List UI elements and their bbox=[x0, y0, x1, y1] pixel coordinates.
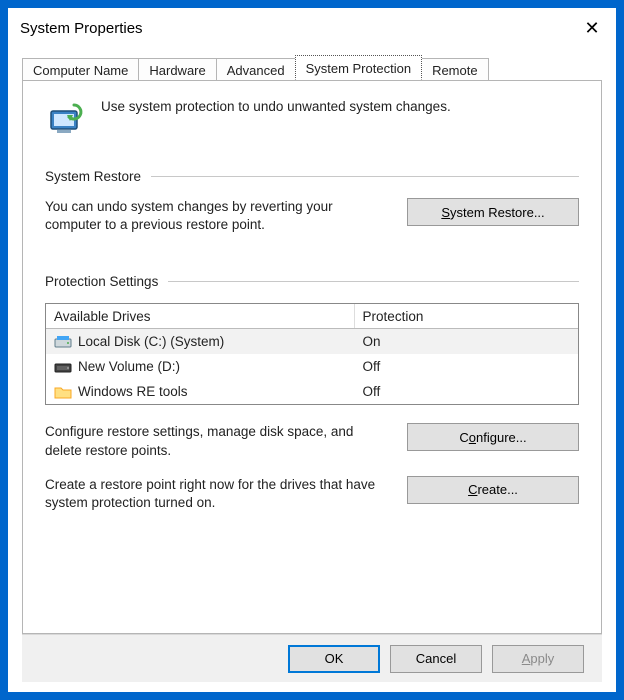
group-protection-settings: Protection Settings bbox=[45, 274, 579, 289]
drive-name: Windows RE tools bbox=[78, 384, 188, 399]
table-header: Available Drives Protection bbox=[46, 304, 578, 329]
dialog-footer: OK Cancel Apply bbox=[22, 634, 602, 682]
protection-status: On bbox=[355, 332, 578, 351]
tab-strip: Computer Name Hardware Advanced System P… bbox=[22, 54, 602, 80]
window-frame: System Properties ✕ Computer Name Hardwa… bbox=[8, 8, 616, 692]
tab-system-protection[interactable]: System Protection bbox=[295, 55, 423, 80]
divider bbox=[151, 176, 579, 177]
tab-remote[interactable]: Remote bbox=[421, 58, 489, 81]
tab-advanced[interactable]: Advanced bbox=[216, 58, 296, 81]
drive-cell: Windows RE tools bbox=[46, 382, 355, 401]
col-available-drives[interactable]: Available Drives bbox=[46, 304, 355, 328]
create-button[interactable]: Create... bbox=[407, 476, 579, 504]
drive-d-icon bbox=[54, 360, 72, 374]
system-restore-text: You can undo system changes by reverting… bbox=[45, 198, 391, 234]
group-label-system-restore: System Restore bbox=[45, 169, 141, 184]
intro-row: Use system protection to undo unwanted s… bbox=[45, 97, 579, 141]
ok-button[interactable]: OK bbox=[288, 645, 380, 673]
drive-cell: Local Disk (C:) (System) bbox=[46, 332, 355, 351]
tab-computer-name[interactable]: Computer Name bbox=[22, 58, 139, 81]
table-body: Local Disk (C:) (System) On New Volume (… bbox=[46, 329, 578, 404]
drive-name: New Volume (D:) bbox=[78, 359, 180, 374]
system-protection-icon bbox=[45, 97, 89, 141]
titlebar: System Properties ✕ bbox=[8, 8, 616, 48]
configure-button[interactable]: Configure... bbox=[407, 423, 579, 451]
drives-table: Available Drives Protection Local Disk (… bbox=[45, 303, 579, 405]
table-row[interactable]: New Volume (D:) Off bbox=[46, 354, 578, 379]
col-protection[interactable]: Protection bbox=[355, 304, 578, 328]
folder-icon bbox=[54, 385, 72, 399]
drive-c-icon bbox=[54, 335, 72, 349]
apply-button[interactable]: Apply bbox=[492, 645, 584, 673]
intro-text: Use system protection to undo unwanted s… bbox=[101, 97, 451, 114]
protection-status: Off bbox=[355, 357, 578, 376]
window-title: System Properties bbox=[20, 20, 580, 37]
drive-name: Local Disk (C:) (System) bbox=[78, 334, 224, 349]
close-icon[interactable]: ✕ bbox=[580, 19, 604, 37]
cancel-button[interactable]: Cancel bbox=[390, 645, 482, 673]
drive-cell: New Volume (D:) bbox=[46, 357, 355, 376]
configure-text: Configure restore settings, manage disk … bbox=[45, 423, 391, 459]
table-row[interactable]: Windows RE tools Off bbox=[46, 379, 578, 404]
group-label-protection-settings: Protection Settings bbox=[45, 274, 158, 289]
system-restore-button[interactable]: System Restore... bbox=[407, 198, 579, 226]
tab-panel-system-protection: Use system protection to undo unwanted s… bbox=[22, 80, 602, 634]
client-area: Computer Name Hardware Advanced System P… bbox=[8, 48, 616, 692]
table-row[interactable]: Local Disk (C:) (System) On bbox=[46, 329, 578, 354]
create-text: Create a restore point right now for the… bbox=[45, 476, 391, 512]
group-system-restore: System Restore bbox=[45, 169, 579, 184]
protection-status: Off bbox=[355, 382, 578, 401]
tab-hardware[interactable]: Hardware bbox=[138, 58, 216, 81]
divider bbox=[168, 281, 579, 282]
